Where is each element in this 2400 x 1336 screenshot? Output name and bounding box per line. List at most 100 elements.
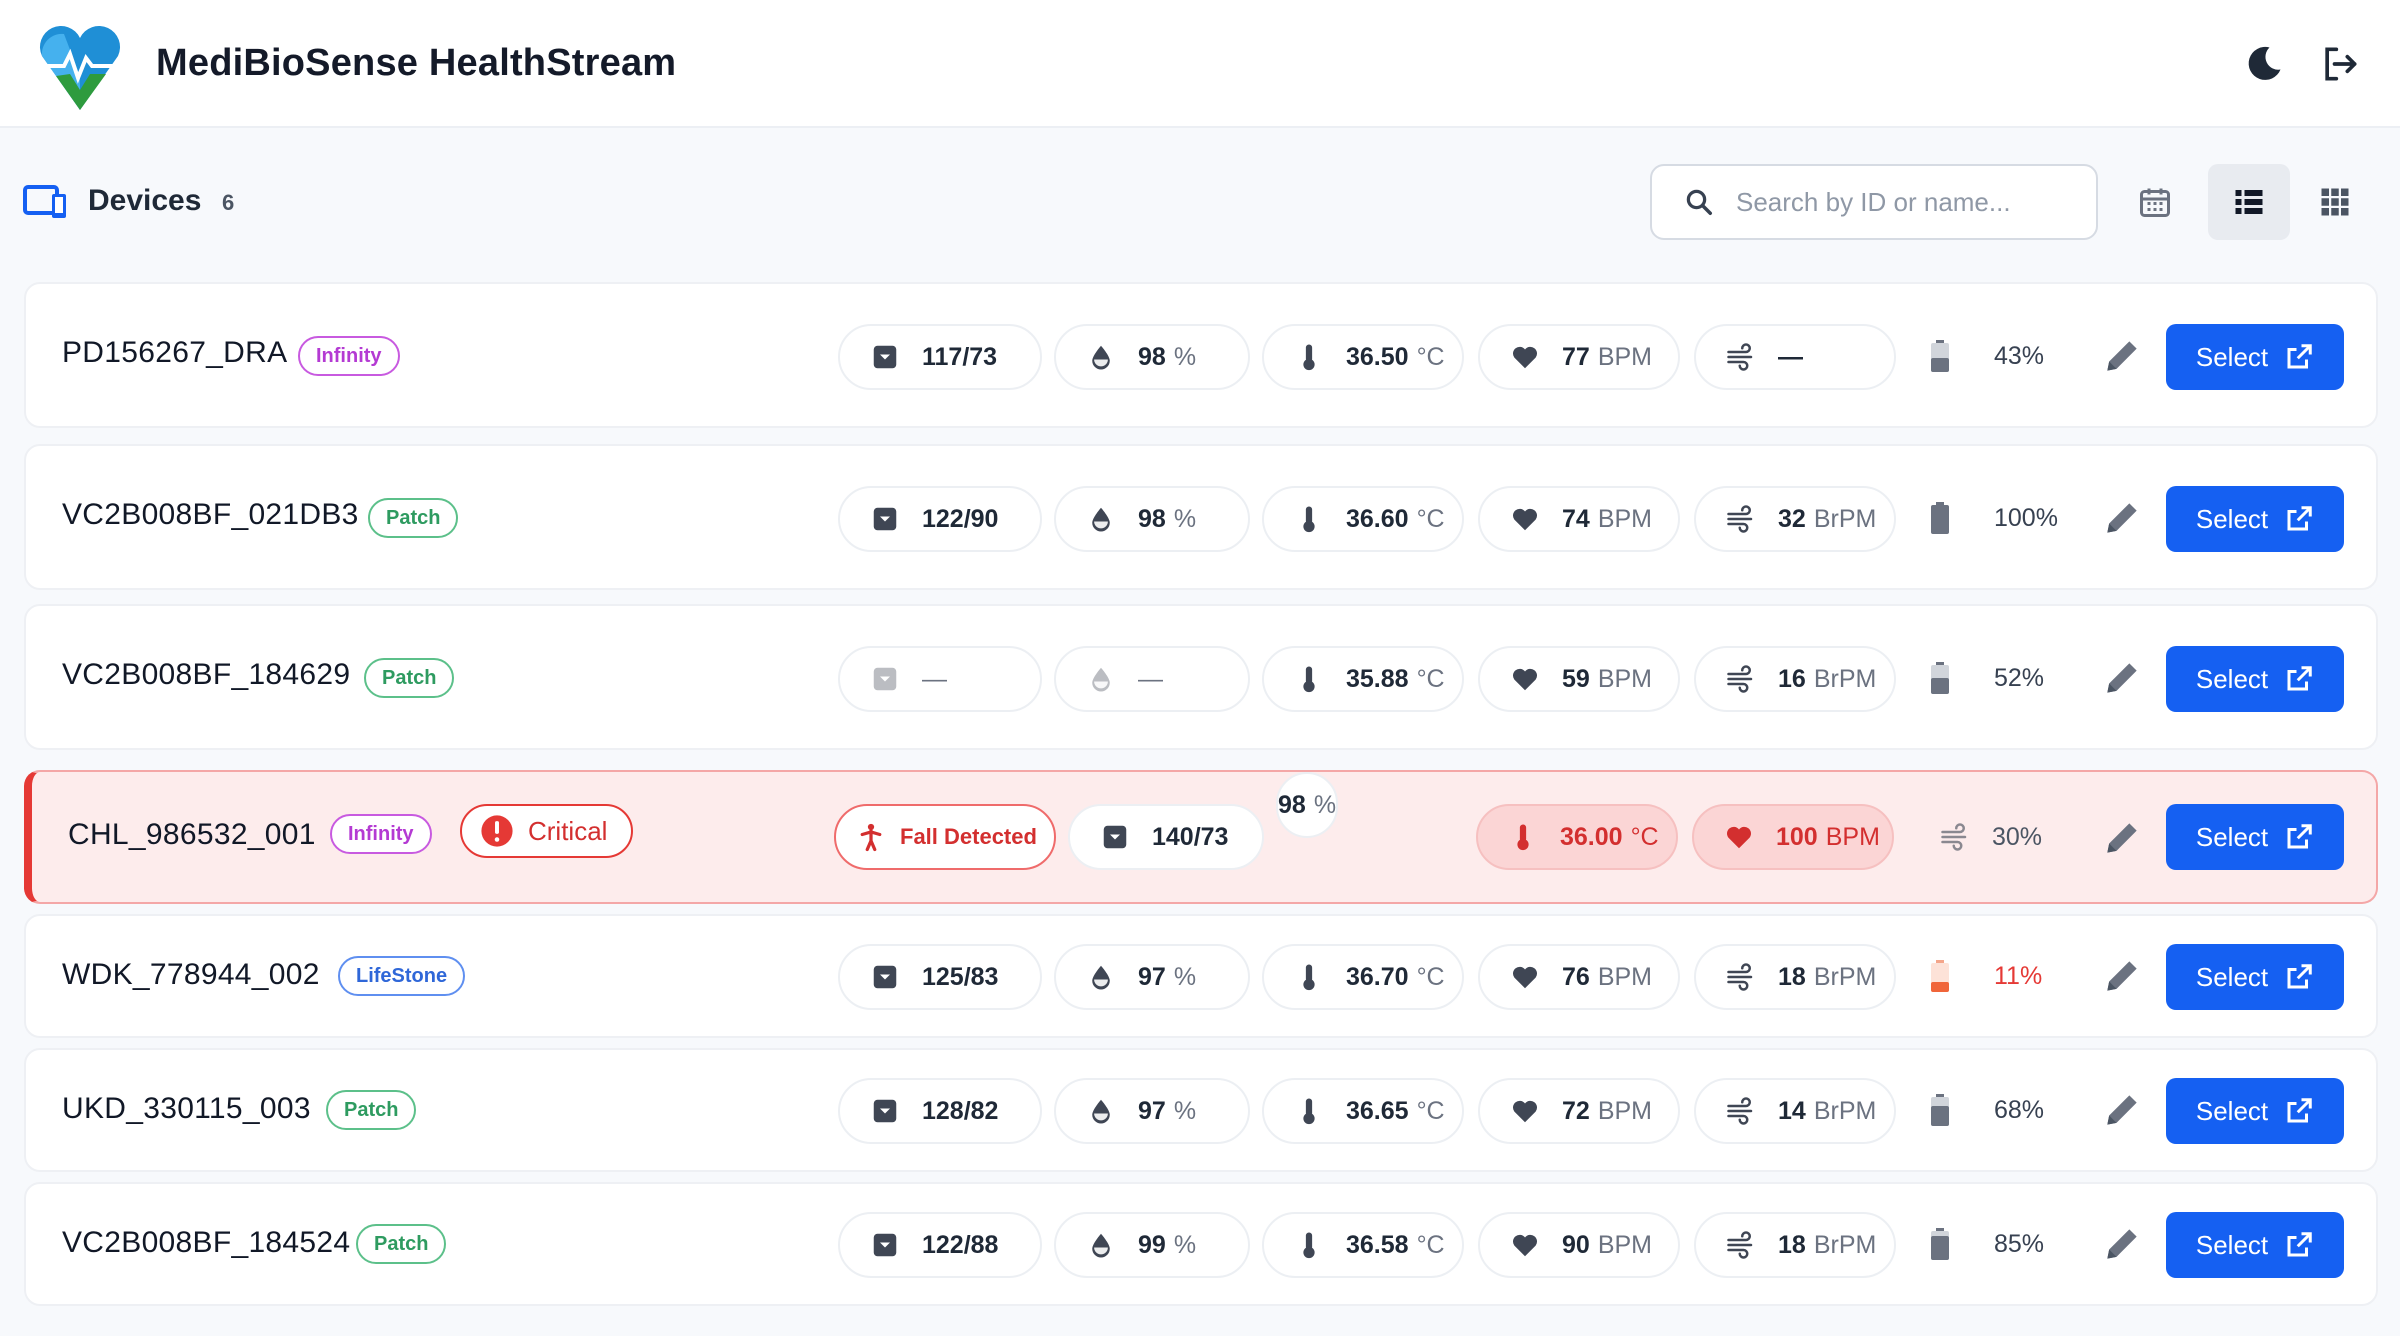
spo2-pill: 98% xyxy=(1054,486,1250,552)
wind-icon xyxy=(1726,664,1756,694)
theme-toggle-button[interactable] xyxy=(2236,36,2292,92)
blood-pressure-icon xyxy=(870,962,900,992)
spo2-drop-icon xyxy=(1086,504,1116,534)
heart-rate-pill: 74 BPM xyxy=(1478,486,1680,552)
calendar-button[interactable] xyxy=(2114,164,2196,240)
critical-status-badge: Critical xyxy=(460,804,634,858)
spo2-drop-icon xyxy=(1086,1230,1116,1260)
respiration-pill: — xyxy=(1694,324,1896,390)
calendar-icon xyxy=(2140,188,2170,217)
respiration-pill: 16 BrPM xyxy=(1694,646,1896,712)
select-button[interactable]: Select xyxy=(2166,1212,2344,1278)
select-button[interactable]: Select xyxy=(2166,486,2344,552)
moon-icon xyxy=(2248,46,2281,80)
spo2-pill: — xyxy=(1054,646,1250,712)
app-logo-icon xyxy=(39,25,121,110)
edit-pencil-icon[interactable] xyxy=(2100,1088,2144,1132)
wind-icon xyxy=(1726,342,1756,372)
spo2-drop-icon: 98% xyxy=(1276,772,1339,838)
blood-pressure-pill: 128/82 xyxy=(838,1078,1042,1144)
search-box[interactable] xyxy=(1650,164,2098,240)
devices-toolbar: Devices 6 xyxy=(0,160,2400,244)
thermometer-icon xyxy=(1294,962,1324,992)
battery-level: 11% xyxy=(1994,961,2043,990)
thermometer-icon xyxy=(1294,504,1324,534)
wind-icon xyxy=(1940,822,1970,852)
battery-level: 68% xyxy=(1994,1095,2045,1124)
edit-pencil-icon[interactable] xyxy=(2100,656,2144,700)
fall-person-icon xyxy=(856,822,886,852)
blood-pressure-icon xyxy=(870,342,900,372)
heart-icon xyxy=(1726,826,1752,849)
device-row[interactable]: VC2B008BF_021DB3 Patch 122/90 98% 36.60 °… xyxy=(24,444,2378,590)
spo2-pill: 97% xyxy=(1054,944,1250,1010)
thermometer-icon xyxy=(1517,824,1529,851)
wind-icon xyxy=(1726,962,1756,992)
logout-button[interactable] xyxy=(2312,36,2368,92)
edit-pencil-icon[interactable] xyxy=(2100,816,2144,860)
spo2-pill: 99% xyxy=(1054,1212,1250,1278)
device-type-tag: Patch xyxy=(356,1224,447,1264)
thermometer-icon xyxy=(1294,1230,1324,1260)
device-type-tag: Infinity xyxy=(330,814,432,854)
device-row[interactable]: UKD_330115_003 Patch 128/82 97% 36.65 °C … xyxy=(24,1048,2378,1172)
battery-status: 43% xyxy=(1930,340,2044,372)
device-row-critical[interactable]: CHL_986532_001 Infinity Critical Fall De… xyxy=(24,770,2378,904)
device-row[interactable]: WDK_778944_002 LifeStone 125/83 97% 36.7… xyxy=(24,914,2378,1038)
select-button[interactable]: Select xyxy=(2166,804,2344,870)
spo2-pill: 98% xyxy=(1054,324,1250,390)
device-row[interactable]: VC2B008BF_184629 Patch — — 35.88 °C 59 BPM… xyxy=(24,604,2378,750)
heart-icon xyxy=(1510,504,1540,534)
heart-icon xyxy=(1510,1230,1540,1260)
heart-rate-pill: 59 BPM xyxy=(1478,646,1680,712)
blood-pressure-pill: 140/73 xyxy=(1068,804,1264,870)
edit-pencil-icon[interactable] xyxy=(2100,334,2144,378)
list-view-button[interactable] xyxy=(2208,164,2290,240)
device-row[interactable]: PD156267_DRA Infinity 117/73 98% 36.50 °C… xyxy=(24,282,2378,428)
edit-pencil-icon[interactable] xyxy=(2100,1222,2144,1266)
external-link-icon xyxy=(2284,504,2314,534)
heart-icon xyxy=(1510,962,1540,992)
edit-pencil-icon[interactable] xyxy=(2100,496,2144,540)
device-type-tag: Patch xyxy=(326,1090,417,1130)
battery-status: 100% xyxy=(1930,502,2058,534)
temperature-pill-alert: 36.00 °C xyxy=(1476,804,1678,870)
device-type-tag: Infinity xyxy=(298,336,400,376)
grid-view-button[interactable] xyxy=(2294,164,2376,240)
device-row[interactable]: VC2B008BF_184524 Patch 122/88 99% 36.58 °… xyxy=(24,1182,2378,1306)
battery-level: 52% xyxy=(1994,663,2045,692)
heart-rate-pill: 76 BPM xyxy=(1478,944,1680,1010)
battery-status: 85% xyxy=(1930,1228,2044,1260)
logout-icon xyxy=(2325,47,2357,81)
external-link-icon xyxy=(2284,1230,2314,1260)
temperature-pill: 36.50 °C xyxy=(1262,324,1464,390)
heart-rate-pill: 72 BPM xyxy=(1478,1078,1680,1144)
spo2-drop-icon xyxy=(1086,342,1116,372)
heart-icon xyxy=(1510,1096,1540,1126)
respiration-pill: 18 BrPM xyxy=(1694,1212,1896,1278)
battery-icon xyxy=(1931,662,1949,694)
battery-low-icon xyxy=(1931,960,1949,992)
select-button[interactable]: Select xyxy=(2166,324,2344,390)
search-input[interactable] xyxy=(1736,186,2076,218)
select-button[interactable]: Select xyxy=(2166,944,2344,1010)
edit-pencil-icon[interactable] xyxy=(2100,954,2144,998)
select-button[interactable]: Select xyxy=(2166,1078,2344,1144)
spo2-pill: 97% xyxy=(1054,1078,1250,1144)
device-type-tag: LifeStone xyxy=(338,956,466,996)
blood-pressure-icon xyxy=(870,664,900,694)
battery-status: 68% xyxy=(1930,1094,2044,1126)
device-id: PD156267_DRA xyxy=(62,336,288,369)
blood-pressure-pill: 117/73 xyxy=(838,324,1042,390)
external-link-icon xyxy=(2284,962,2314,992)
device-id: VC2B008BF_021DB3 xyxy=(62,498,359,531)
device-type-tag: Patch xyxy=(364,658,455,698)
list-view-icon xyxy=(2235,190,2263,214)
battery-icon xyxy=(1931,1228,1949,1260)
external-link-icon xyxy=(2284,342,2314,372)
select-button[interactable]: Select xyxy=(2166,646,2344,712)
temperature-pill: 36.65 °C xyxy=(1262,1078,1464,1144)
blood-pressure-pill: — xyxy=(838,646,1042,712)
battery-icon xyxy=(1931,340,1949,372)
temperature-pill: 35.88 °C xyxy=(1262,646,1464,712)
